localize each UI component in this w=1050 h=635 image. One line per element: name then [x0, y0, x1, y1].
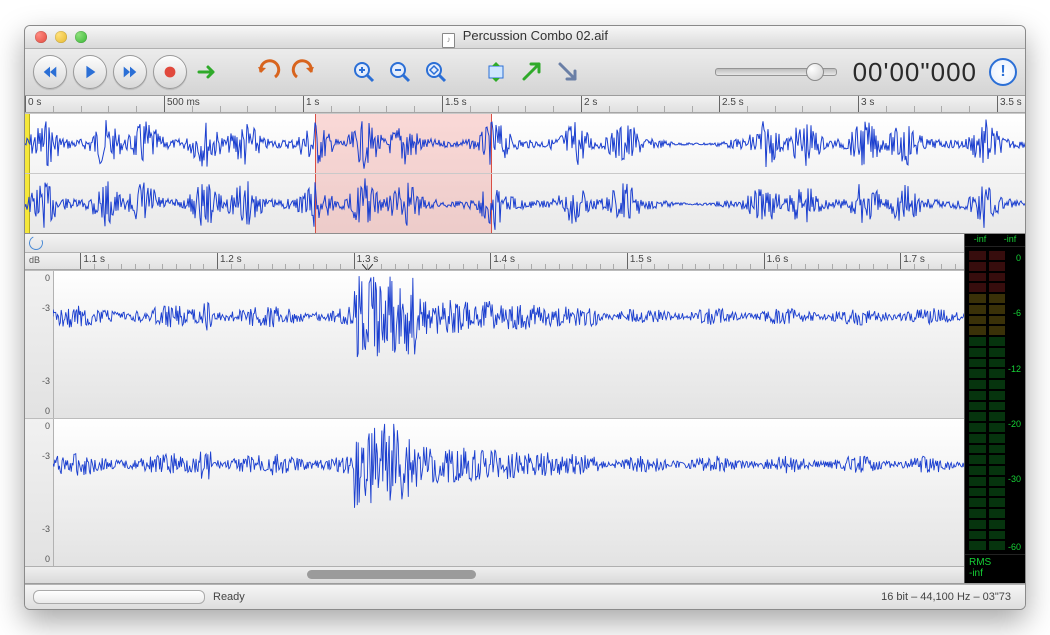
- volume-slider[interactable]: [715, 68, 837, 76]
- db-tick: -3: [42, 376, 50, 386]
- db-header: dB: [29, 255, 40, 265]
- minimize-window-button[interactable]: [55, 31, 67, 43]
- status-audio-info: 16 bit – 44,100 Hz – 03"73: [881, 591, 1025, 603]
- meter-rms-label: RMS: [969, 557, 1021, 568]
- meter-scale-label: -30: [1008, 474, 1021, 484]
- meter-scale-label: 0: [1016, 253, 1021, 263]
- zoom-up-button[interactable]: [517, 57, 547, 87]
- meter-scale-label: -20: [1008, 419, 1021, 429]
- volume-slider-knob[interactable]: [806, 63, 824, 81]
- db-scale-right: 0 -3 -3 0: [25, 419, 54, 566]
- meter-scale-label: -12: [1008, 364, 1021, 374]
- db-tick: 0: [45, 406, 50, 416]
- overview-wave-left: [25, 114, 1025, 174]
- status-state-text: Ready: [213, 591, 245, 603]
- titlebar: ♪ Percussion Combo 02.aif: [25, 26, 1025, 49]
- timecode-display: 00'00"000: [853, 57, 983, 88]
- overview-channel-left[interactable]: [25, 113, 1025, 173]
- overview-time-ruler[interactable]: 0 s 500 ms 1 s 1.5 s 2 s 2.5 s 3 s 3.5 s: [25, 96, 1025, 113]
- db-tick: 0: [45, 554, 50, 564]
- detail-wave-left: [53, 271, 964, 362]
- zoom-window-button[interactable]: [75, 31, 87, 43]
- db-scale-left: 0 -3 -3 0: [25, 271, 54, 418]
- document-icon: ♪: [442, 33, 455, 48]
- toolbar: 00'00"000 !: [25, 49, 1025, 96]
- vertical-zoom-button[interactable]: [481, 57, 511, 87]
- meter-scale-label: -60: [1008, 542, 1021, 552]
- db-tick: -3: [42, 451, 50, 461]
- meter-rms-value: -inf: [969, 568, 1021, 579]
- meter-peak-left: -inf: [974, 234, 987, 246]
- rewind-button[interactable]: [33, 55, 67, 89]
- zoom-fit-button[interactable]: [421, 57, 451, 87]
- ruler-label: 500 ms: [167, 97, 200, 108]
- window-title-text: Percussion Combo 02.aif: [463, 28, 608, 43]
- meter-body: 0 -6 -12 -20 -30 -60: [965, 247, 1025, 554]
- undo-button[interactable]: [253, 57, 283, 87]
- status-progress: [33, 590, 205, 604]
- db-tick: 0: [45, 421, 50, 431]
- detail-tracks[interactable]: 0 -3 -3 0 0 -3 -3 0: [25, 270, 964, 566]
- overview-channel-right[interactable]: [25, 173, 1025, 233]
- detail-channel-right[interactable]: 0 -3 -3 0: [25, 418, 964, 566]
- detail-mini-toolbar: [25, 234, 964, 253]
- meter-scale-label: -6: [1013, 308, 1021, 318]
- ruler-label: 1 s: [306, 97, 319, 108]
- db-tick: -3: [42, 303, 50, 313]
- ruler-label: 0 s: [28, 97, 41, 108]
- zoom-in-button[interactable]: [349, 57, 379, 87]
- loop-icon[interactable]: [27, 234, 45, 252]
- overview-wave-right: [25, 174, 1025, 234]
- detail-main: dB 1.1 s1.2 s1.3 s1.4 s1.5 s1.6 s1.7 s 0…: [25, 234, 964, 583]
- play-forward-icon[interactable]: [193, 57, 223, 87]
- ruler-label: 3 s: [861, 97, 874, 108]
- info-button[interactable]: !: [989, 58, 1017, 86]
- detail-channel-left[interactable]: 0 -3 -3 0: [25, 270, 964, 418]
- meter-peak-right: -inf: [1004, 234, 1017, 246]
- traffic-lights: [25, 31, 87, 43]
- zoom-out-button[interactable]: [385, 57, 415, 87]
- db-tick: -3: [42, 524, 50, 534]
- play-button[interactable]: [73, 55, 107, 89]
- meter-peak-readout: -inf -inf: [965, 234, 1025, 247]
- overview-panel[interactable]: [25, 113, 1025, 234]
- ruler-label: 2 s: [584, 97, 597, 108]
- detail-area: dB 1.1 s1.2 s1.3 s1.4 s1.5 s1.6 s1.7 s 0…: [25, 234, 1025, 584]
- ruler-label: 3.5 s: [1000, 97, 1022, 108]
- zoom-down-button[interactable]: [553, 57, 583, 87]
- app-window: ♪ Percussion Combo 02.aif: [24, 25, 1026, 610]
- record-button[interactable]: [153, 55, 187, 89]
- fast-forward-button[interactable]: [113, 55, 147, 89]
- db-tick: 0: [45, 273, 50, 283]
- detail-scrollbar-thumb[interactable]: [307, 570, 476, 579]
- detail-wave-right: [53, 419, 964, 510]
- detail-time-ruler[interactable]: dB 1.1 s1.2 s1.3 s1.4 s1.5 s1.6 s1.7 s: [25, 253, 964, 270]
- status-bar: Ready 16 bit – 44,100 Hz – 03"73: [25, 584, 1025, 609]
- detail-scrollbar[interactable]: [25, 566, 964, 583]
- redo-button[interactable]: [289, 57, 319, 87]
- meter-rms-readout: RMS -inf: [965, 554, 1025, 583]
- window-title: ♪ Percussion Combo 02.aif: [25, 28, 1025, 46]
- ruler-label: 1.5 s: [445, 97, 467, 108]
- ruler-label: 2.5 s: [722, 97, 744, 108]
- level-meter: -inf -inf 0 -6 -12 -20 -30 -60 RMS -inf: [964, 234, 1025, 583]
- close-window-button[interactable]: [35, 31, 47, 43]
